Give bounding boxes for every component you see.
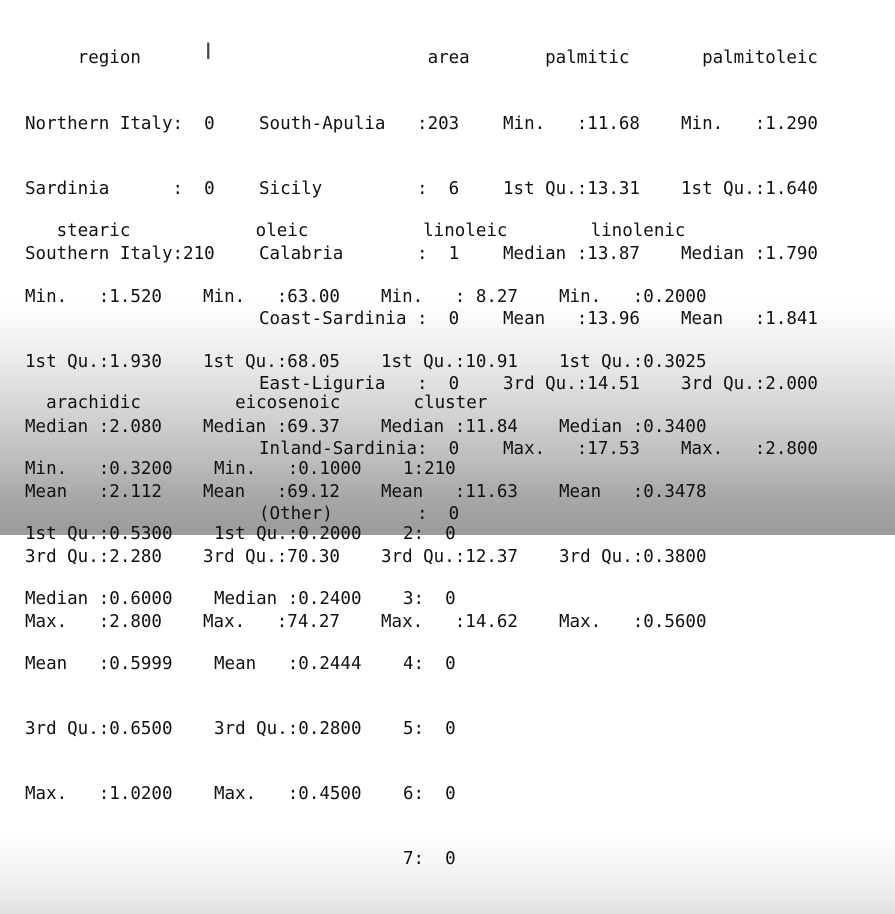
summary-cluster: cluster 1:210 2: 0 3: 0 4: 0 5: 0 6: 0 7… xyxy=(403,350,487,914)
column-header-region: region xyxy=(25,48,141,69)
summary-line: Min. :1.290 xyxy=(681,113,818,134)
summary-line: 1:210 xyxy=(403,458,456,479)
summary-line: Max. :0.5600 xyxy=(559,611,707,632)
summary-line: 2: 0 xyxy=(403,523,456,544)
summary-line: 6: 0 xyxy=(403,783,456,804)
summary-eicosenoic: eicosenoic Min. :0.1000 1st Qu.:0.2000 M… xyxy=(214,350,362,849)
summary-line: Min. :0.2000 xyxy=(559,286,707,307)
summary-line: Max. :0.4500 xyxy=(214,783,362,804)
summary-line: Min. :1.520 xyxy=(25,286,162,307)
summary-line: 1st Qu.:0.3025 xyxy=(559,351,707,372)
summary-line: 7: 0 xyxy=(403,849,456,870)
summary-line: 5: 0 xyxy=(403,718,456,739)
summary-line: South-Apulia :203 xyxy=(259,113,460,134)
text-cursor-icon xyxy=(205,40,214,66)
column-header-oleic: oleic xyxy=(203,221,309,242)
summary-line: 4: 0 xyxy=(403,653,456,674)
summary-line: 3: 0 xyxy=(403,588,456,609)
column-header-eicosenoic: eicosenoic xyxy=(214,393,341,414)
summary-line: Mean :0.5999 xyxy=(25,653,173,674)
column-header-area: area xyxy=(259,48,470,69)
summary-line: Median :0.2400 xyxy=(214,588,362,609)
summary-line: Min. :0.1000 xyxy=(214,458,362,479)
summary-line: Min. :11.68 xyxy=(503,113,640,134)
summary-line: Median :0.3400 xyxy=(559,416,707,437)
summary-line: Median :0.6000 xyxy=(25,588,173,609)
summary-line: 3rd Qu.:0.6500 xyxy=(25,718,173,739)
summary-line: Mean :0.2444 xyxy=(214,653,362,674)
column-header-stearic: stearic xyxy=(25,221,131,242)
summary-line: Mean :0.3478 xyxy=(559,481,707,502)
summary-line: Min. : 8.27 xyxy=(381,286,518,307)
summary-linolenic: linolenic Min. :0.2000 1st Qu.:0.3025 Me… xyxy=(559,178,707,677)
column-header-cluster: cluster xyxy=(403,393,488,414)
summary-line: Min. :63.00 xyxy=(203,286,340,307)
summary-line: Max. :1.0200 xyxy=(25,783,173,804)
summary-line: 1st Qu.:0.2000 xyxy=(214,523,362,544)
column-header-arachidic: arachidic xyxy=(25,393,141,414)
summary-line: 3rd Qu.:0.3800 xyxy=(559,546,707,567)
column-header-linoleic: linoleic xyxy=(381,221,508,242)
column-header-palmitoleic: palmitoleic xyxy=(681,48,818,69)
console-output: region Northern Italy: 0 Sardinia : 0 So… xyxy=(0,0,895,869)
summary-line: 3rd Qu.:0.2800 xyxy=(214,718,362,739)
summary-line: Min. :0.3200 xyxy=(25,458,173,479)
column-header-palmitic: palmitic xyxy=(503,48,630,69)
summary-line: Northern Italy: 0 xyxy=(25,113,215,134)
summary-arachidic: arachidic Min. :0.3200 1st Qu.:0.5300 Me… xyxy=(25,350,173,849)
column-header-linolenic: linolenic xyxy=(559,221,686,242)
summary-line: 1st Qu.:0.5300 xyxy=(25,523,173,544)
